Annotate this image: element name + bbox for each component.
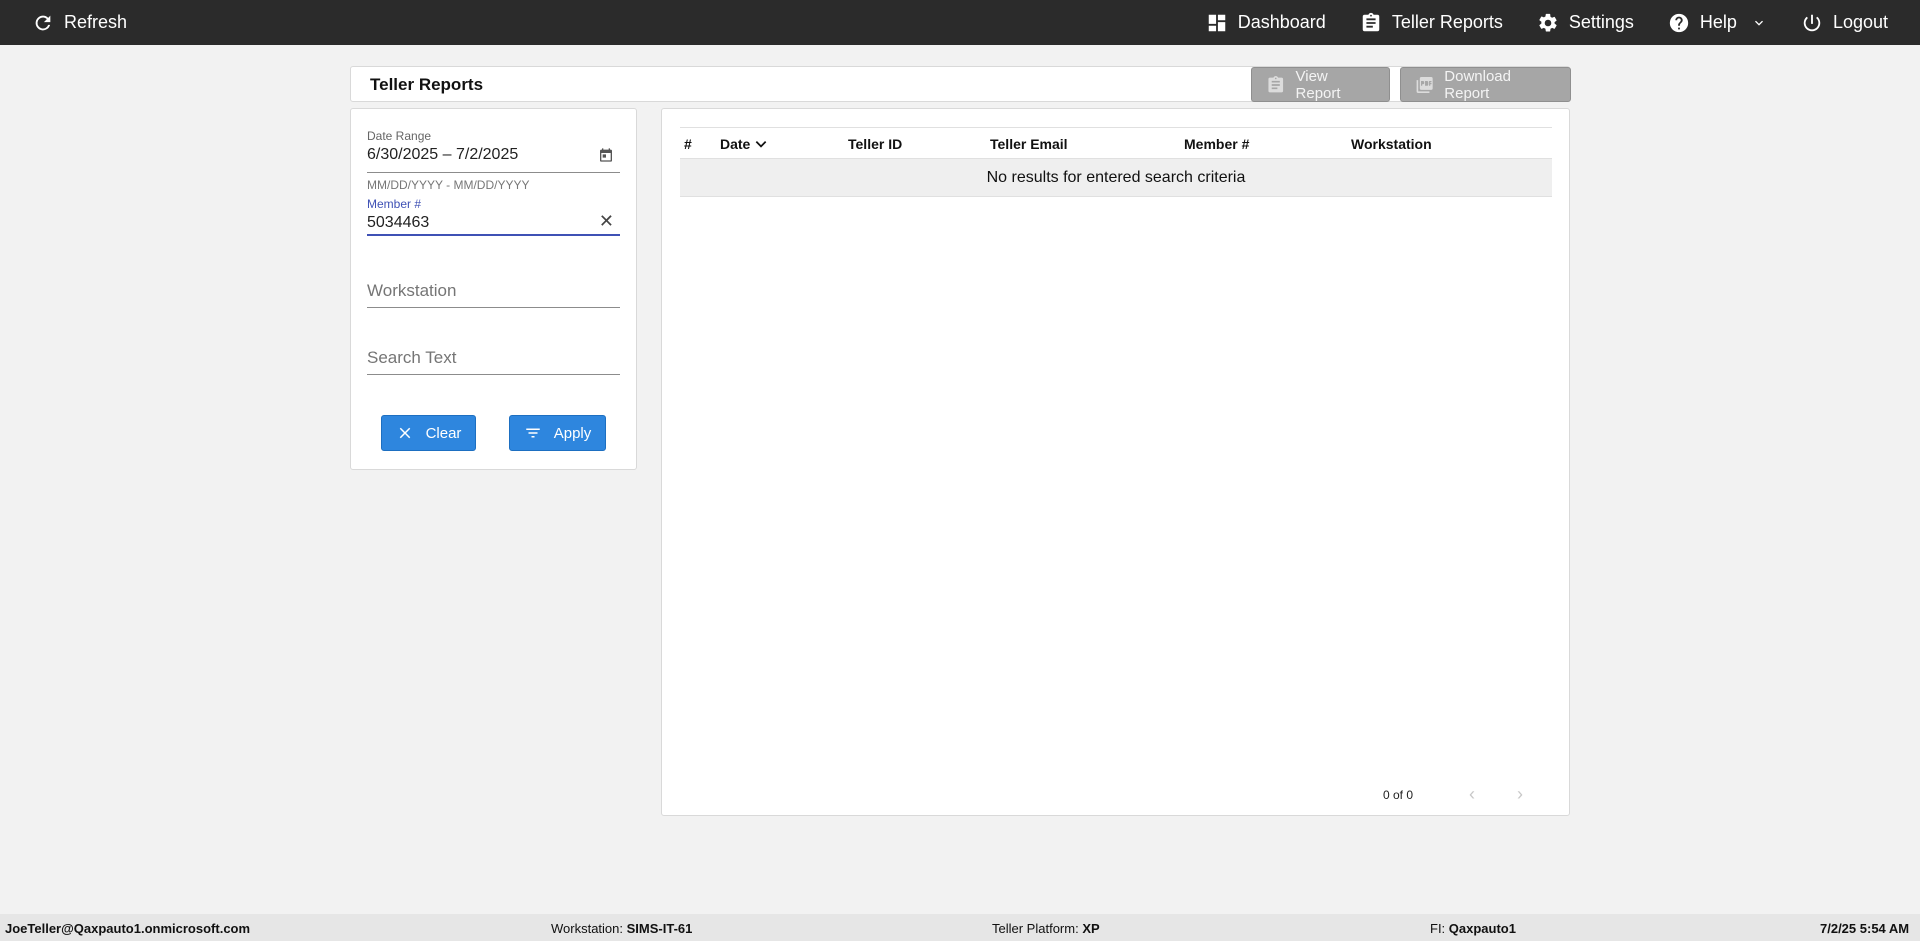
- download-report-label: Download Report: [1444, 67, 1511, 102]
- date-range-field[interactable]: Date Range 6/30/2025 – 7/2/2025 MM/DD/YY…: [367, 129, 620, 192]
- workstation-underline: [367, 307, 620, 308]
- nav-settings-label: Settings: [1568, 12, 1634, 32]
- results-table: # Date Teller ID Teller Email Member # W…: [680, 127, 1552, 197]
- previous-page-icon[interactable]: ‹: [1469, 784, 1475, 805]
- chevron-down-icon: [1754, 20, 1763, 26]
- refresh-button[interactable]: Refresh: [32, 0, 127, 45]
- status-bar: JoeTeller@Qaxpauto1.onmicrosoft.com Work…: [0, 914, 1920, 941]
- clipboard-icon: [1268, 75, 1284, 92]
- nav-logout-label: Logout: [1832, 12, 1888, 32]
- status-platform: Teller Platform: XP: [992, 921, 1100, 936]
- status-datetime: 7/2/25 5:54 AM: [1820, 921, 1910, 936]
- dashboard-icon: [1208, 14, 1225, 31]
- member-number-label: Member #: [367, 197, 422, 211]
- nav-right-group: Dashboard Teller Reports Settings Help L…: [1206, 0, 1920, 45]
- workstation-input[interactable]: Workstation: [367, 281, 620, 301]
- next-page-icon[interactable]: ›: [1517, 784, 1523, 805]
- workstation-field[interactable]: Workstation: [367, 281, 620, 315]
- status-workstation: Workstation: SIMS-IT-61: [551, 921, 693, 936]
- page-title: Teller Reports: [370, 75, 484, 94]
- status-fi: FI: Qaxpauto1: [1430, 921, 1516, 936]
- status-user-email: JoeTeller@Qaxpauto1.onmicrosoft.com: [5, 921, 251, 936]
- view-report-label: View Report: [1295, 67, 1341, 102]
- nav-help-label: Help: [1699, 12, 1737, 32]
- nav-dashboard[interactable]: Dashboard: [1206, 0, 1326, 45]
- date-range-underline: [367, 172, 620, 173]
- member-number-input[interactable]: 5034463: [367, 213, 620, 235]
- date-range-label: Date Range: [367, 129, 432, 143]
- search-text-underline: [367, 374, 620, 375]
- download-report-button[interactable]: Download Report: [1400, 67, 1571, 102]
- refresh-icon: [35, 15, 51, 30]
- column-header-member-number[interactable]: Member #: [1184, 136, 1249, 152]
- top-nav-bar: Refresh Dashboard Teller Reports Setting…: [0, 0, 1920, 45]
- power-icon: [1803, 14, 1821, 31]
- column-header-teller-id[interactable]: Teller ID: [848, 136, 902, 152]
- table-header: # Date Teller ID Teller Email Member # W…: [680, 127, 1552, 159]
- calendar-icon[interactable]: [598, 147, 614, 168]
- refresh-label: Refresh: [64, 12, 128, 32]
- close-icon: [399, 427, 410, 439]
- column-header-workstation[interactable]: Workstation: [1351, 136, 1432, 152]
- clipboard-icon: [1362, 12, 1380, 31]
- pdf-icon: [1416, 76, 1433, 93]
- member-number-field[interactable]: Member # 5034463 ✕: [367, 197, 620, 237]
- gear-icon: [1539, 13, 1557, 32]
- clear-button[interactable]: Clear: [381, 415, 476, 451]
- pagination-range: 0 of 0: [1383, 788, 1414, 802]
- nav-teller-reports[interactable]: Teller Reports: [1360, 0, 1503, 45]
- empty-results-row: No results for entered search criteria: [680, 159, 1552, 197]
- nav-teller-reports-label: Teller Reports: [1391, 12, 1503, 32]
- date-range-hint: MM/DD/YYYY - MM/DD/YYYY: [367, 178, 530, 192]
- pagination: 0 of 0 ‹ ›: [662, 780, 1571, 810]
- filter-icon: [525, 428, 540, 438]
- clear-label: Clear: [425, 424, 462, 442]
- clear-member-icon[interactable]: ✕: [599, 211, 614, 232]
- empty-results-message: No results for entered search criteria: [986, 168, 1246, 186]
- apply-button[interactable]: Apply: [509, 415, 606, 451]
- search-text-input[interactable]: Search Text: [367, 348, 620, 368]
- column-header-number[interactable]: #: [684, 136, 692, 152]
- results-panel: # Date Teller ID Teller Email Member # W…: [661, 108, 1570, 816]
- help-icon: [1669, 13, 1689, 32]
- view-report-button[interactable]: View Report: [1251, 67, 1390, 102]
- column-header-date[interactable]: Date: [720, 136, 768, 152]
- nav-dashboard-label: Dashboard: [1237, 12, 1326, 32]
- apply-label: Apply: [553, 424, 592, 442]
- date-range-value[interactable]: 6/30/2025 – 7/2/2025: [367, 145, 620, 167]
- nav-logout[interactable]: Logout: [1801, 0, 1888, 45]
- page-header: Teller Reports View Report Download Repo…: [350, 66, 1571, 102]
- sort-descending-icon: [756, 141, 767, 148]
- member-number-underline: [367, 234, 620, 236]
- nav-settings[interactable]: Settings: [1537, 0, 1634, 45]
- filters-panel: Date Range 6/30/2025 – 7/2/2025 MM/DD/YY…: [350, 108, 637, 470]
- nav-help[interactable]: Help: [1668, 0, 1767, 45]
- column-header-teller-email[interactable]: Teller Email: [990, 136, 1068, 152]
- search-text-field[interactable]: Search Text: [367, 348, 620, 382]
